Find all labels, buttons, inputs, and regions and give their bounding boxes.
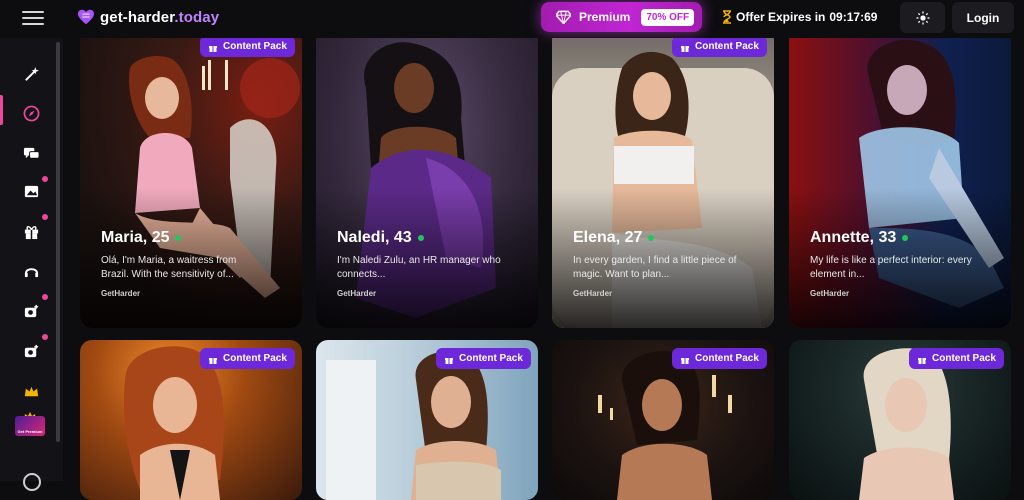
menu-icon[interactable] (22, 9, 44, 27)
sidebar-item-create[interactable] (16, 296, 46, 326)
character-card[interactable]: Naledi, 43 I'm Naledi Zulu, an HR manage… (316, 28, 538, 328)
camera-plus-icon (24, 304, 38, 317)
image-icon (24, 185, 38, 197)
offer-label: Offer Expires in (736, 10, 826, 24)
character-card[interactable]: Content Pack Maria, 25 Olá, I'm Maria, a… (80, 28, 302, 328)
character-brand: GetHarder (337, 289, 377, 298)
online-indicator (648, 235, 655, 241)
character-name: Maria, 25 (101, 229, 182, 247)
character-card[interactable]: Content Pack (789, 340, 1011, 500)
discount-badge: 70% OFF (641, 8, 695, 26)
hourglass-icon (723, 10, 731, 24)
premium-button[interactable]: Premium 70% OFF (541, 2, 702, 32)
offer-timer: Offer Expires in 09:17:69 (722, 10, 877, 24)
character-description: I'm Naledi Zulu, an HR manager who conne… (337, 255, 501, 280)
character-card[interactable]: Content Pack Elena, 27 In every garden, … (552, 28, 774, 328)
character-brand: GetHarder (810, 289, 850, 298)
magic-wand-icon (24, 66, 39, 81)
gift-icon (209, 45, 217, 52)
active-indicator (0, 95, 3, 125)
character-name: Naledi, 43 (337, 229, 424, 247)
logo[interactable]: get-harder.today (77, 6, 219, 28)
logo-tld: .today (174, 8, 220, 26)
character-name: Elena, 27 (573, 229, 655, 247)
heart-logo-icon (78, 9, 94, 25)
notification-dot (42, 294, 48, 300)
content-pack-badge: Content Pack (909, 348, 1004, 369)
character-brand: GetHarder (573, 289, 613, 298)
content-pack-badge: Content Pack (200, 36, 295, 57)
offer-time: 09:17:69 (829, 10, 878, 24)
character-card[interactable]: Content Pack (552, 340, 774, 500)
character-card[interactable]: Content Pack (80, 340, 302, 500)
sidebar-item-explore[interactable] (16, 98, 46, 128)
camera-add-icon (24, 344, 38, 357)
content-pack-badge: Content Pack (672, 348, 767, 369)
sun-icon (916, 11, 929, 24)
top-header: get-harder.today Premium 70% OFF Offer E… (0, 0, 1024, 38)
content-pack-badge: Content Pack (436, 348, 531, 369)
sidebar-item-premium[interactable] (16, 376, 46, 406)
gift-icon (209, 357, 217, 364)
character-card[interactable]: Content Pack (316, 340, 538, 500)
gift-icon (918, 357, 926, 364)
compass-icon (23, 105, 39, 121)
crown-icon (24, 386, 38, 396)
character-card[interactable]: Annette, 33 My life is like a perfect in… (789, 28, 1011, 328)
character-brand: GetHarder (101, 289, 141, 298)
character-description: My life is like a perfect interior: ever… (810, 255, 972, 280)
gift-icon (681, 357, 689, 364)
gift-icon (681, 45, 689, 52)
character-description: In every garden, I find a little piece o… (573, 255, 737, 280)
online-indicator (902, 235, 909, 241)
premium-label: Premium (579, 10, 631, 24)
gift-icon (24, 225, 38, 239)
gift-icon (445, 357, 453, 364)
online-indicator (417, 235, 424, 241)
theme-toggle-button[interactable] (900, 2, 945, 33)
sidebar-item-chat[interactable] (16, 138, 46, 168)
notification-dot (42, 176, 48, 182)
headset-icon (24, 267, 38, 277)
get-premium-promo[interactable]: Get Premium (15, 416, 45, 436)
notification-dot (42, 334, 48, 340)
sidebar: Get Premium (0, 38, 63, 491)
character-description: Olá, I'm Maria, a waitress from Brazil. … (101, 255, 237, 280)
sidebar-scrollbar[interactable] (56, 42, 60, 442)
content-pack-badge: Content Pack (200, 348, 295, 369)
sidebar-item-generate[interactable] (16, 59, 46, 89)
notification-dot (42, 214, 48, 220)
online-indicator (175, 235, 182, 241)
logo-text: get-harder (100, 8, 175, 26)
character-name: Annette, 33 (810, 229, 909, 247)
content-pack-badge: Content Pack (672, 36, 767, 57)
diamond-icon (556, 10, 571, 24)
sidebar-item-support[interactable] (16, 256, 46, 286)
chat-icon (23, 147, 40, 159)
sidebar-item-gifts[interactable] (16, 216, 46, 246)
sidebar-item-upload[interactable] (16, 336, 46, 366)
profile-icon[interactable] (23, 473, 41, 491)
login-button[interactable]: Login (952, 2, 1014, 33)
